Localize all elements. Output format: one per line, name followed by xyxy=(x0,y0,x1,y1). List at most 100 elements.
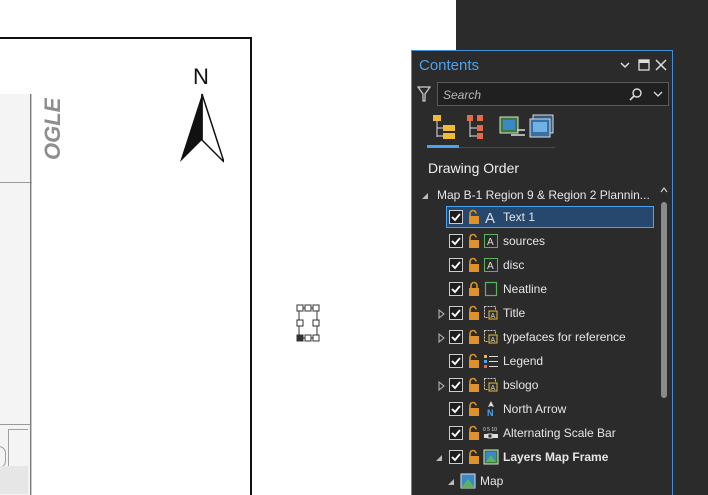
unlocked-icon[interactable] xyxy=(467,257,481,273)
tree-item-label: North Arrow xyxy=(503,402,567,416)
visibility-checkbox[interactable] xyxy=(449,354,463,368)
tree-item-label: disc xyxy=(503,258,525,272)
tree-item-label: bslogo xyxy=(503,378,539,392)
tree-item-layers-map-frame[interactable]: Layers Map Frame xyxy=(412,446,658,470)
contents-view-tabs xyxy=(427,111,557,149)
unlocked-icon[interactable] xyxy=(467,377,481,393)
tree-item-label: sources xyxy=(503,234,546,248)
list-by-source-icon[interactable] xyxy=(463,111,493,143)
tree-item-text-1[interactable]: A Text 1 xyxy=(412,206,658,230)
north-arrow-icon xyxy=(180,93,224,163)
search-row xyxy=(412,82,672,108)
tree-item-label: Title xyxy=(503,306,526,320)
tree-item-bslogo[interactable]: A bslogo xyxy=(412,374,658,398)
svg-text:A: A xyxy=(491,313,496,320)
scroll-up-chevron-icon[interactable] xyxy=(660,186,668,194)
svg-text:A: A xyxy=(487,261,494,272)
tree-item-typefaces-for-reference[interactable]: A typefaces for reference xyxy=(412,326,658,350)
svg-text:OGLE: OGLE xyxy=(40,98,65,160)
svg-text:A: A xyxy=(491,385,496,392)
visibility-checkbox[interactable] xyxy=(449,282,463,296)
search-options-chevron-icon[interactable] xyxy=(652,89,664,99)
svg-text:N: N xyxy=(487,408,494,417)
collapse-triangle-icon[interactable] xyxy=(420,191,430,201)
tree-item-label: Alternating Scale Bar xyxy=(503,426,616,440)
visibility-checkbox[interactable] xyxy=(449,258,463,272)
unlocked-icon[interactable] xyxy=(467,209,481,225)
tree-item-label: typefaces for reference xyxy=(503,330,626,344)
rectangle-element-icon xyxy=(483,281,499,297)
layout-element-tree[interactable]: Map B-1 Region 9 & Region 2 Plannin... A… xyxy=(412,184,658,495)
svg-text:A: A xyxy=(491,337,496,344)
scrollbar-thumb[interactable] xyxy=(661,202,667,398)
svg-text:0 5 10: 0 5 10 xyxy=(483,427,497,433)
expand-triangle-icon[interactable] xyxy=(436,309,446,319)
tree-item-map[interactable]: Map xyxy=(412,470,658,494)
active-view-tab-indicator xyxy=(427,145,459,148)
unlocked-icon[interactable] xyxy=(467,233,481,249)
collapse-triangle-icon[interactable] xyxy=(434,453,444,463)
unlocked-icon[interactable] xyxy=(467,353,481,369)
tree-item-north-arrow[interactable]: N North Arrow xyxy=(412,398,658,422)
locked-icon[interactable] xyxy=(467,281,481,297)
visibility-checkbox[interactable] xyxy=(449,426,463,440)
group-element-icon: A xyxy=(483,377,499,393)
filter-icon[interactable] xyxy=(417,85,431,103)
unlocked-icon[interactable] xyxy=(467,305,481,321)
map-street-label: OGLE xyxy=(40,98,65,160)
expand-triangle-icon[interactable] xyxy=(436,381,446,391)
tree-item-label: Neatline xyxy=(503,282,548,296)
text-box-element-icon: A xyxy=(483,233,499,249)
map-frame-icon xyxy=(483,449,499,465)
search-icon[interactable] xyxy=(629,87,643,101)
tree-root-layout[interactable]: Map B-1 Region 9 & Region 2 Plannin... xyxy=(412,184,658,208)
tree-item-label: Map xyxy=(480,474,504,488)
text-box-element-icon: A xyxy=(483,257,499,273)
tree-item-label: Legend xyxy=(503,354,544,368)
unlocked-icon[interactable] xyxy=(467,401,481,417)
tree-item-legend[interactable]: Legend xyxy=(412,350,658,374)
contents-pane-header: Contents xyxy=(412,51,672,81)
tree-item-label: Layers Map Frame xyxy=(503,450,609,464)
tree-root-label: Map B-1 Region 9 & Region 2 Plannin... xyxy=(437,188,650,202)
contents-pane-title: Contents xyxy=(419,57,480,74)
tree-scrollbar[interactable] xyxy=(659,184,669,495)
visibility-checkbox[interactable] xyxy=(449,234,463,248)
unlocked-icon[interactable] xyxy=(467,425,481,441)
map-icon xyxy=(460,473,476,489)
visibility-checkbox[interactable] xyxy=(449,402,463,416)
map-frame-preview[interactable] xyxy=(0,94,32,495)
drawing-order-heading: Drawing Order xyxy=(428,160,520,176)
expand-triangle-icon[interactable] xyxy=(436,333,446,343)
tree-item-alternating-scale-bar[interactable]: 0 5 10 Alternating Scale Bar xyxy=(412,422,658,446)
tree-item-label: Text 1 xyxy=(503,210,536,224)
contents-pane[interactable]: Contents Search Drawing Order Map B-1 Re… xyxy=(411,50,673,495)
visibility-checkbox[interactable] xyxy=(449,378,463,392)
group-element-icon: A xyxy=(483,329,499,345)
tree-item-sources[interactable]: A sources xyxy=(412,230,658,254)
tree-item-disc[interactable]: A disc xyxy=(412,254,658,278)
pane-options-chevron-icon[interactable] xyxy=(618,58,632,72)
layout-view[interactable]: OGLE N Contents Search Drawing Order Map… xyxy=(0,0,708,495)
collapse-triangle-icon[interactable] xyxy=(446,477,456,487)
search-box[interactable] xyxy=(437,82,669,106)
text-element-icon: A xyxy=(483,209,499,227)
close-pane-icon[interactable] xyxy=(654,58,668,72)
visibility-checkbox[interactable] xyxy=(449,330,463,344)
tree-item-title[interactable]: A Title xyxy=(412,302,658,326)
visibility-checkbox[interactable] xyxy=(449,210,463,224)
unlocked-icon[interactable] xyxy=(467,329,481,345)
north-arrow-element-icon: N xyxy=(483,401,499,418)
visibility-checkbox[interactable] xyxy=(449,306,463,320)
search-input[interactable] xyxy=(443,86,623,104)
list-by-editing-icon[interactable] xyxy=(527,111,557,143)
maximize-pane-icon[interactable] xyxy=(637,58,651,72)
text-element-selection-handles[interactable] xyxy=(296,304,320,342)
tree-item-neatline[interactable]: Neatline xyxy=(412,278,658,302)
legend-element-icon xyxy=(483,353,499,369)
list-by-drawing-order-icon[interactable] xyxy=(429,111,459,143)
north-arrow[interactable]: N xyxy=(178,64,224,164)
list-by-selection-icon[interactable] xyxy=(497,111,527,143)
visibility-checkbox[interactable] xyxy=(449,450,463,464)
unlocked-icon[interactable] xyxy=(467,449,481,465)
